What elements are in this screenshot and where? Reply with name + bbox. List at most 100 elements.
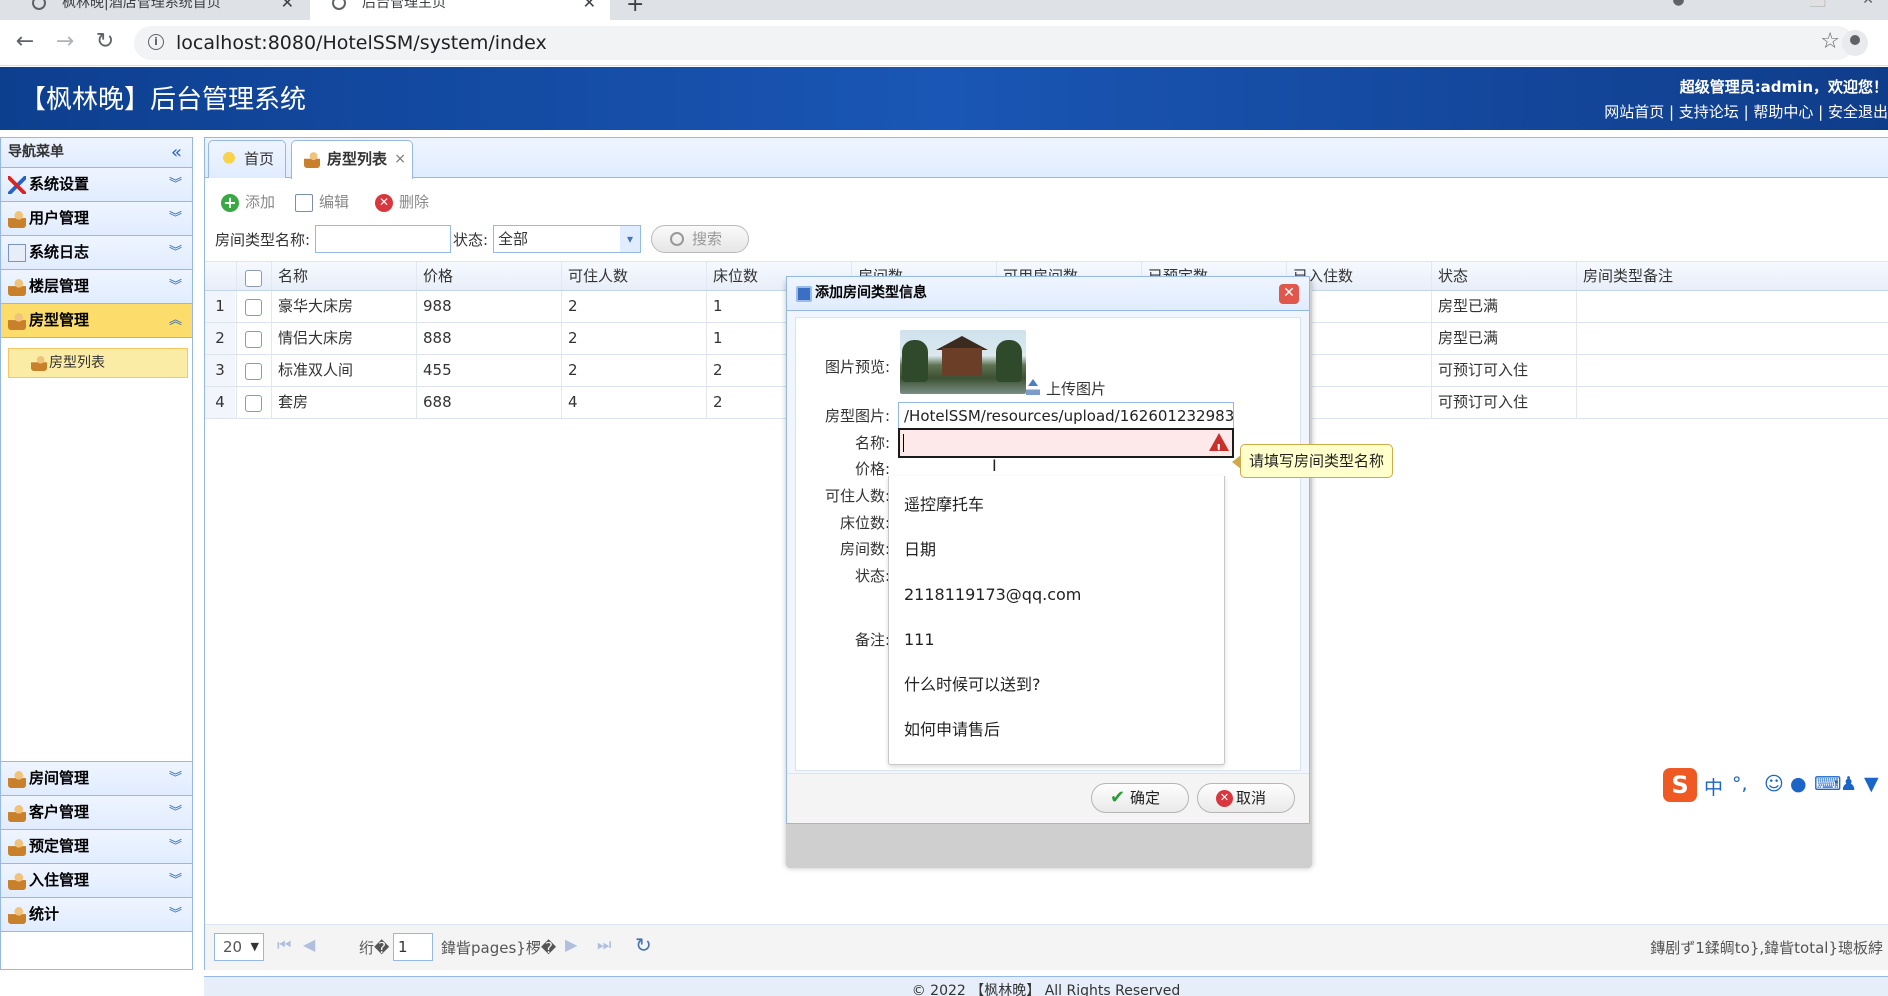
edit-button[interactable]: 编辑 — [293, 188, 349, 216]
globe-icon — [32, 0, 46, 10]
ime-mode[interactable]: 中 — [1704, 773, 1723, 800]
close-icon[interactable]: × — [394, 141, 406, 177]
page-size-select[interactable]: 20 ▼ — [214, 933, 264, 961]
row-select-cell[interactable] — [236, 387, 270, 418]
next-page-icon[interactable]: ▶ — [565, 935, 577, 954]
select-all-checkbox[interactable] — [245, 270, 262, 287]
cell-capacity: 2 — [561, 323, 706, 354]
sidebar-item-customer-management[interactable]: 客户管理 ︾ — [1, 796, 192, 830]
sogou-logo-icon[interactable]: S — [1663, 768, 1697, 802]
microphone-icon[interactable]: ● — [1790, 773, 1807, 795]
sidebar-item-user-management[interactable]: 用户管理 ︾ — [1, 202, 192, 236]
status-filter-select[interactable]: 全部 ▾ — [493, 225, 641, 253]
sidebar-subitem-room-type-list[interactable]: 房型列表 — [8, 348, 188, 378]
select-all-cell[interactable] — [236, 262, 270, 290]
profile-avatar-icon[interactable] — [1842, 30, 1868, 56]
sidebar-item-label: 楼层管理 — [29, 277, 90, 295]
emoji-icon[interactable]: ☺ — [1764, 773, 1784, 795]
upload-photo-button[interactable]: 上传图片 — [1026, 378, 1106, 399]
row-select-cell[interactable] — [236, 291, 270, 322]
dialog-close-icon[interactable]: ✕ — [1279, 284, 1299, 304]
browser-tab-2[interactable]: 后台管理主页 ✕ — [310, 0, 610, 20]
forward-arrow-icon[interactable]: → — [50, 28, 80, 56]
column-header[interactable]: 价格 — [416, 262, 561, 290]
info-icon[interactable]: i — [148, 34, 164, 50]
add-label: 添加 — [245, 193, 276, 211]
delete-button[interactable]: ✕ 删除 — [373, 188, 429, 216]
browser-tab-1[interactable]: 枫林晚|酒店管理系统首页 ✕ — [10, 0, 308, 20]
close-tab-icon[interactable]: ✕ — [583, 0, 596, 20]
reload-icon[interactable]: ↻ — [90, 28, 120, 56]
name-field[interactable] — [898, 428, 1234, 458]
back-arrow-icon[interactable]: ← — [10, 28, 40, 56]
autocomplete-option[interactable]: 日期 — [889, 527, 1224, 572]
sidebar-item-checkin-management[interactable]: 入住管理 ︾ — [1, 864, 192, 898]
prev-page-icon[interactable]: ◀ — [303, 935, 315, 954]
sidebar-item-floor-management[interactable]: 楼层管理 ︾ — [1, 270, 192, 304]
warning-icon — [1209, 433, 1229, 456]
autocomplete-option[interactable]: 遥控摩托车 — [889, 482, 1224, 527]
column-header[interactable]: 名称 — [271, 262, 416, 290]
user-icon — [8, 210, 26, 228]
user-icon[interactable]: ♟ — [1840, 773, 1857, 795]
row-checkbox[interactable] — [245, 299, 262, 316]
cancel-label: 取消 — [1236, 789, 1267, 807]
sidebar-item-system-settings[interactable]: 系统设置 ︾ — [1, 168, 192, 202]
name-filter-input[interactable] — [315, 225, 451, 253]
confirm-button[interactable]: ✔ 确定 — [1091, 783, 1189, 813]
row-checkbox[interactable] — [245, 395, 262, 412]
cell-price: 688 — [416, 387, 561, 418]
url-field[interactable]: i localhost:8080/HotelSSM/system/index ☆ — [134, 26, 1854, 60]
last-page-icon[interactable]: ⏭ — [597, 935, 611, 955]
first-page-icon[interactable]: ⏮ — [277, 935, 291, 955]
sidebar-item-label: 系统设置 — [29, 175, 90, 193]
add-button[interactable]: + 添加 — [219, 188, 275, 216]
ime-punctuation[interactable]: °, — [1732, 773, 1748, 795]
cell-capacity: 2 — [561, 355, 706, 386]
row-checkbox[interactable] — [245, 363, 262, 380]
header-links[interactable]: 网站首页 | 支持论坛 | 帮助中心 | 安全退出 — [1604, 101, 1888, 122]
sidebar-item-system-log[interactable]: 系统日志 ︾ — [1, 236, 192, 270]
row-checkbox[interactable] — [245, 331, 262, 348]
save-icon — [796, 286, 812, 302]
user-icon — [8, 278, 26, 296]
autocomplete-option[interactable]: 2118119173@qq.com — [889, 572, 1224, 617]
cancel-button[interactable]: ✕ 取消 — [1197, 783, 1295, 813]
autocomplete-option[interactable]: 111 — [889, 617, 1224, 662]
dialog-header: 添加房间类型信息 ✕ — [787, 277, 1309, 311]
page-number-input[interactable]: 1 — [393, 933, 433, 961]
row-select-cell[interactable] — [236, 355, 270, 386]
sidebar-title: 导航菜单 — [8, 144, 64, 160]
autocomplete-option[interactable]: 什么时候可以送到? — [889, 662, 1224, 707]
column-header[interactable]: 可住人数 — [561, 262, 706, 290]
sidebar-item-booking-management[interactable]: 预定管理 ︾ — [1, 830, 192, 864]
cell-capacity: 2 — [561, 291, 706, 322]
double-chevron-left-icon[interactable]: « — [171, 138, 182, 167]
cell-name: 情侣大床房 — [271, 323, 416, 354]
window-controls-icon[interactable]: ● ⬜ ✕ — [1672, 0, 1874, 8]
new-tab-button[interactable]: + — [626, 0, 644, 17]
keyboard-icon[interactable]: ⌨ — [1814, 773, 1841, 795]
tab-room-type-list[interactable]: 房型列表 × — [291, 140, 413, 179]
sidebar-item-room-management[interactable]: 房间管理 ︾ — [1, 762, 192, 796]
sidebar-item-room-type-management[interactable]: 房型管理 ︽ — [1, 304, 192, 338]
column-header[interactable]: 房间类型备注 — [1576, 262, 1866, 290]
photo-path-field[interactable]: /HotelSSM/resources/upload/1626012329830 — [898, 402, 1234, 430]
user-icon — [8, 804, 26, 822]
sidebar-item-statistics[interactable]: 统计 ︾ — [1, 898, 192, 932]
tab-home[interactable]: 首页 — [208, 140, 286, 178]
close-tab-icon[interactable]: ✕ — [281, 0, 294, 20]
chevron-down-icon: ︾ — [168, 279, 182, 294]
user-icon — [304, 151, 320, 168]
column-header[interactable]: 状态 — [1431, 262, 1576, 290]
user-icon — [8, 838, 26, 856]
row-select-cell[interactable] — [236, 323, 270, 354]
refresh-icon[interactable]: ↻ — [635, 933, 652, 957]
search-button[interactable]: 搜索 — [651, 225, 749, 253]
price-label: 价格: — [854, 460, 890, 478]
autocomplete-option[interactable]: 如何申请售后 — [889, 707, 1224, 752]
tree-shape — [902, 340, 928, 382]
shirt-icon[interactable]: ▼ — [1864, 773, 1879, 795]
bookmark-star-icon[interactable]: ☆ — [1820, 29, 1840, 54]
chevron-down-icon: ︾ — [168, 873, 182, 888]
